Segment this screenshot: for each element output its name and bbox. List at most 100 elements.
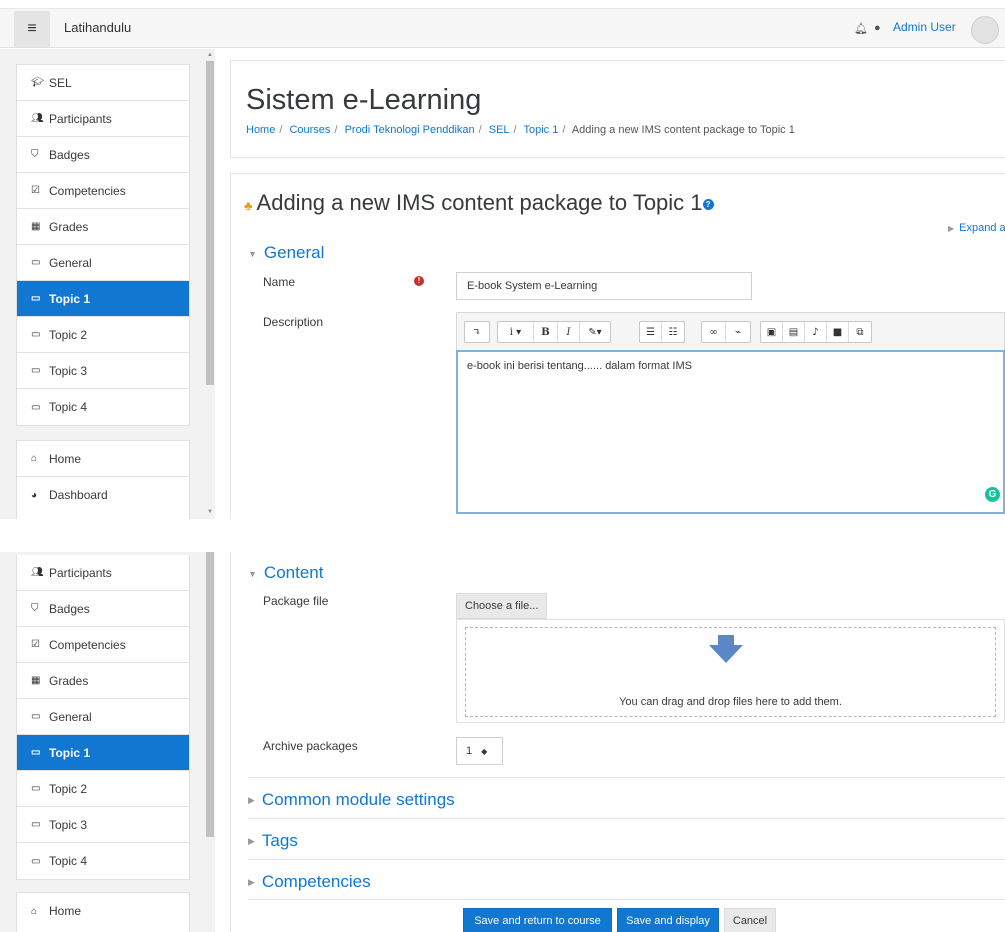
breadcrumb-home[interactable]: Home: [246, 124, 275, 136]
caret-right-icon: ▶: [248, 836, 255, 847]
section-common-settings-toggle[interactable]: ▶ Common module settings: [248, 790, 455, 810]
image-icon[interactable]: ▣: [761, 322, 783, 342]
ordered-list-icon[interactable]: ☷: [662, 322, 684, 342]
nav-item-topic-2[interactable]: ▭ Topic 2: [17, 771, 189, 807]
nav-item-participants[interactable]: 👥︎ Participants: [17, 101, 189, 137]
folder-icon: ▭: [31, 257, 41, 268]
caret-down-icon: ▼: [248, 248, 257, 259]
nav-item-topic-2[interactable]: ▭ Topic 2: [17, 317, 189, 353]
shield-icon: ⛉: [31, 603, 39, 614]
name-field[interactable]: E-book System e-Learning: [456, 272, 752, 300]
nav-item-label: Badges: [49, 147, 90, 162]
folder-icon: ▭: [31, 293, 41, 304]
page-title: Sistem e-Learning: [246, 84, 482, 116]
breadcrumb-topic[interactable]: Topic 1: [523, 124, 558, 136]
nav-item-label: Home: [49, 904, 82, 918]
nav-item-badges[interactable]: ⛉ Badges: [17, 591, 189, 627]
section-tags-toggle[interactable]: ▶ Tags: [248, 831, 298, 851]
save-and-return-button[interactable]: Save and return to course: [463, 908, 612, 932]
scrollbar-thumb[interactable]: [206, 61, 214, 385]
dropzone-text: You can drag and drop files here to add …: [619, 696, 842, 708]
help-icon[interactable]: ?: [702, 198, 714, 210]
nav-item-home[interactable]: ⌂ Home: [17, 893, 189, 929]
user-menu-name[interactable]: Admin User: [893, 20, 956, 34]
screenshot-gap: [0, 519, 1005, 552]
package-file-label: Package file: [263, 594, 329, 608]
table-icon: ▦: [31, 675, 41, 686]
scrollbar-thumb[interactable]: [206, 552, 214, 837]
toolbar-group-links: ∞ ⌁: [701, 321, 751, 343]
nav-item-label: Topic 1: [49, 745, 91, 760]
cancel-button[interactable]: Cancel: [724, 908, 776, 932]
nav-item-sel[interactable]: 🎓︎ SEL: [17, 65, 189, 101]
nav-item-topic-3[interactable]: ▭ Topic 3: [17, 807, 189, 843]
nav-item-grades[interactable]: ▦ Grades: [17, 663, 189, 699]
nav-item-topic-4[interactable]: ▭ Topic 4: [17, 843, 189, 879]
nav-item-label: Competencies: [49, 183, 126, 198]
course-nav: 🎓︎ SEL 👥︎ Participants ⛉ Badges ☑ Competenci…: [16, 64, 190, 426]
divider: [248, 899, 1005, 900]
nav-item-topic-4[interactable]: ▭ Topic 4: [17, 389, 189, 425]
scroll-down-icon[interactable]: ▼: [207, 509, 213, 515]
archive-packages-value: 1: [466, 745, 473, 757]
drawer-scrollbar-lower[interactable]: [205, 552, 215, 932]
video-icon[interactable]: ■: [827, 322, 849, 342]
breadcrumb-category[interactable]: Prodi Teknologi Penddikan: [345, 124, 475, 136]
microphone-icon[interactable]: ♪: [805, 322, 827, 342]
bell-icon[interactable]: 🔔︎: [854, 22, 868, 35]
unlink-icon[interactable]: ⌁: [726, 322, 750, 342]
nav-item-label: Topic 4: [49, 400, 88, 414]
toolbar-group-toggle: ↴: [464, 321, 490, 343]
choose-file-button[interactable]: Choose a file...: [456, 593, 547, 619]
folder-icon: ▭: [31, 819, 41, 830]
nav-item-grades[interactable]: ▦ Grades: [17, 209, 189, 245]
nav-item-topic-3[interactable]: ▭ Topic 3: [17, 353, 189, 389]
nav-item-badges[interactable]: ⛉ Badges: [17, 137, 189, 173]
caret-right-icon: ▶: [248, 877, 255, 888]
checkbox-icon: ☑: [31, 639, 40, 650]
chat-icon[interactable]: ●: [874, 22, 881, 34]
users-icon: 👥︎: [31, 567, 44, 578]
hamburger-icon[interactable]: ≡: [14, 11, 50, 47]
section-competencies-toggle[interactable]: ▶ Competencies: [248, 872, 371, 892]
nav-item-competencies[interactable]: ☑ Competencies: [17, 627, 189, 663]
nav-item-topic-1[interactable]: ▭ Topic 1: [17, 281, 189, 317]
italic-icon[interactable]: I: [558, 322, 580, 342]
folder-icon: ▭: [31, 329, 41, 340]
manage-files-icon[interactable]: ⧉: [849, 322, 871, 342]
avatar[interactable]: [971, 16, 999, 44]
section-content-toggle[interactable]: ▼ Content: [248, 563, 323, 583]
bold-icon[interactable]: B: [534, 322, 558, 342]
nav-item-participants[interactable]: 👥︎ Participants: [17, 555, 189, 591]
folder-icon: ▭: [31, 365, 41, 376]
nav-item-label: SEL: [49, 75, 72, 90]
drawer-scrollbar[interactable]: ▲ ▼: [205, 49, 215, 519]
media-icon[interactable]: ▤: [783, 322, 805, 342]
show-more-buttons-icon[interactable]: ↴: [465, 322, 489, 342]
nav-item-label: Topic 3: [49, 817, 88, 832]
nav-item-dashboard[interactable]: ◕ Dashboard: [17, 477, 189, 513]
site-name-link[interactable]: Latihandulu: [64, 20, 131, 35]
unordered-list-icon[interactable]: ☰: [640, 322, 662, 342]
color-brush-icon[interactable]: ✎▾: [580, 322, 610, 342]
nav-item-label: Grades: [49, 673, 89, 688]
breadcrumb-course[interactable]: SEL: [489, 124, 510, 136]
expand-all-link[interactable]: ▶ Expand al: [948, 222, 1005, 234]
nav-item-topic-1[interactable]: ▭ Topic 1: [17, 735, 189, 771]
nav-item-general[interactable]: ▭ General: [17, 699, 189, 735]
save-and-display-button[interactable]: Save and display: [617, 908, 719, 932]
section-general-toggle[interactable]: ▼ General: [248, 243, 324, 263]
archive-packages-select[interactable]: 1 ◆: [456, 737, 503, 765]
grammarly-icon[interactable]: G: [985, 487, 1000, 502]
scroll-up-icon[interactable]: ▲: [207, 52, 213, 58]
nav-item-home[interactable]: ⌂ Home: [17, 441, 189, 477]
description-editor[interactable]: e-book ini berisi tentang...... dalam fo…: [456, 350, 1005, 514]
nav-item-competencies[interactable]: ☑ Competencies: [17, 173, 189, 209]
breadcrumb-courses[interactable]: Courses: [289, 124, 330, 136]
link-icon[interactable]: ∞: [702, 322, 726, 342]
nav-item-label: Participants: [49, 565, 112, 580]
paragraph-style-icon[interactable]: i ▾: [498, 322, 534, 342]
nav-item-general[interactable]: ▭ General: [17, 245, 189, 281]
nav-item-label: Dashboard: [49, 488, 108, 502]
section-tags-title: Tags: [261, 831, 298, 850]
